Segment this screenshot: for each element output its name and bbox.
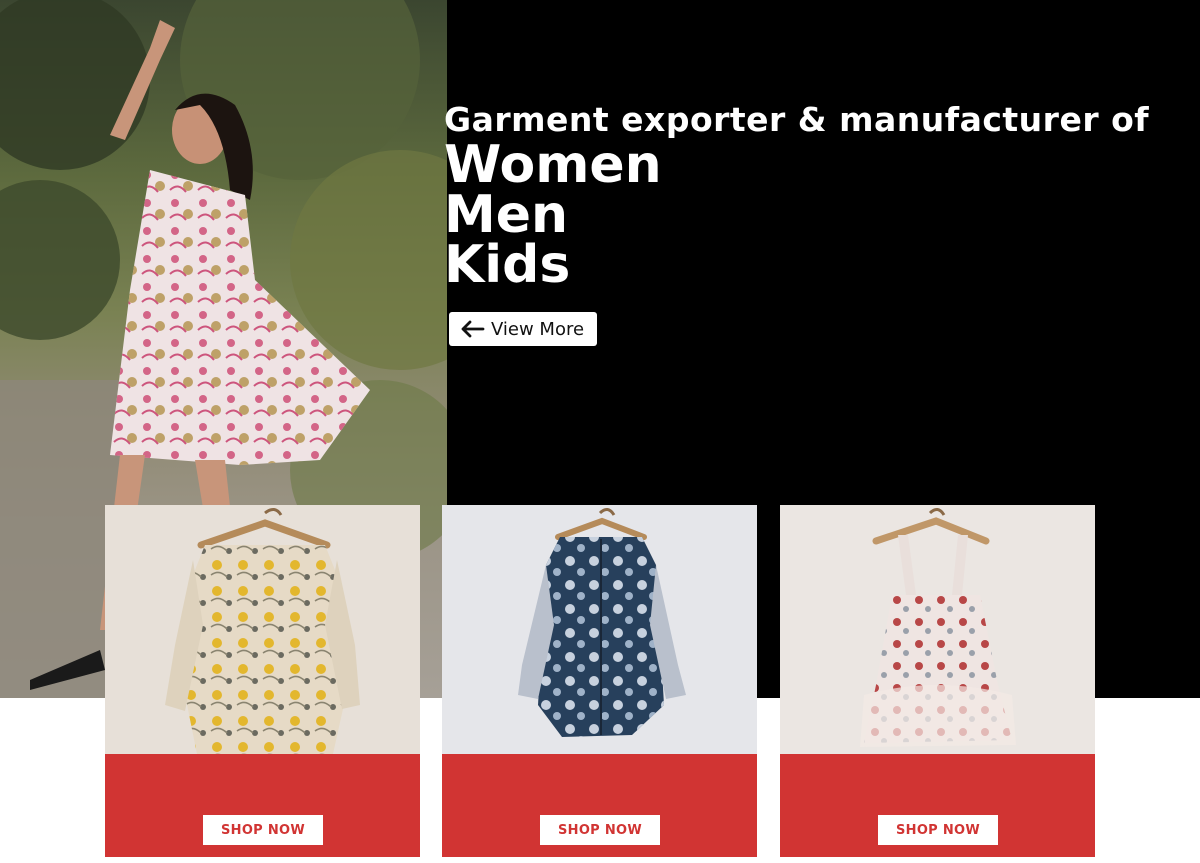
- product-card-footer-1: SHOP NOW: [105, 754, 420, 857]
- product-card-3: SHOP NOW: [780, 505, 1095, 857]
- product-card-footer-2: SHOP NOW: [442, 754, 757, 857]
- product-image-3[interactable]: [780, 505, 1095, 754]
- view-more-button[interactable]: View More: [449, 312, 597, 346]
- product-image-2[interactable]: [442, 505, 757, 754]
- hero-category-kids: Kids: [444, 235, 571, 295]
- shop-now-button[interactable]: SHOP NOW: [540, 815, 660, 845]
- product-card-2: SHOP NOW: [442, 505, 757, 857]
- shop-now-button[interactable]: SHOP NOW: [203, 815, 323, 845]
- hero-category-men: Men: [444, 185, 569, 245]
- product-image-1[interactable]: [105, 505, 420, 754]
- hero-text: Garment exporter & manufacturer of Women…: [444, 100, 1150, 295]
- hero-tagline: Garment exporter & manufacturer of: [444, 100, 1150, 139]
- shop-now-button[interactable]: SHOP NOW: [878, 815, 998, 845]
- view-more-label: View More: [491, 318, 585, 340]
- product-card-1: SHOP NOW: [105, 505, 420, 857]
- product-card-footer-3: SHOP NOW: [780, 754, 1095, 857]
- hero-category-women: Women: [444, 135, 662, 195]
- arrow-left-icon: [459, 319, 485, 339]
